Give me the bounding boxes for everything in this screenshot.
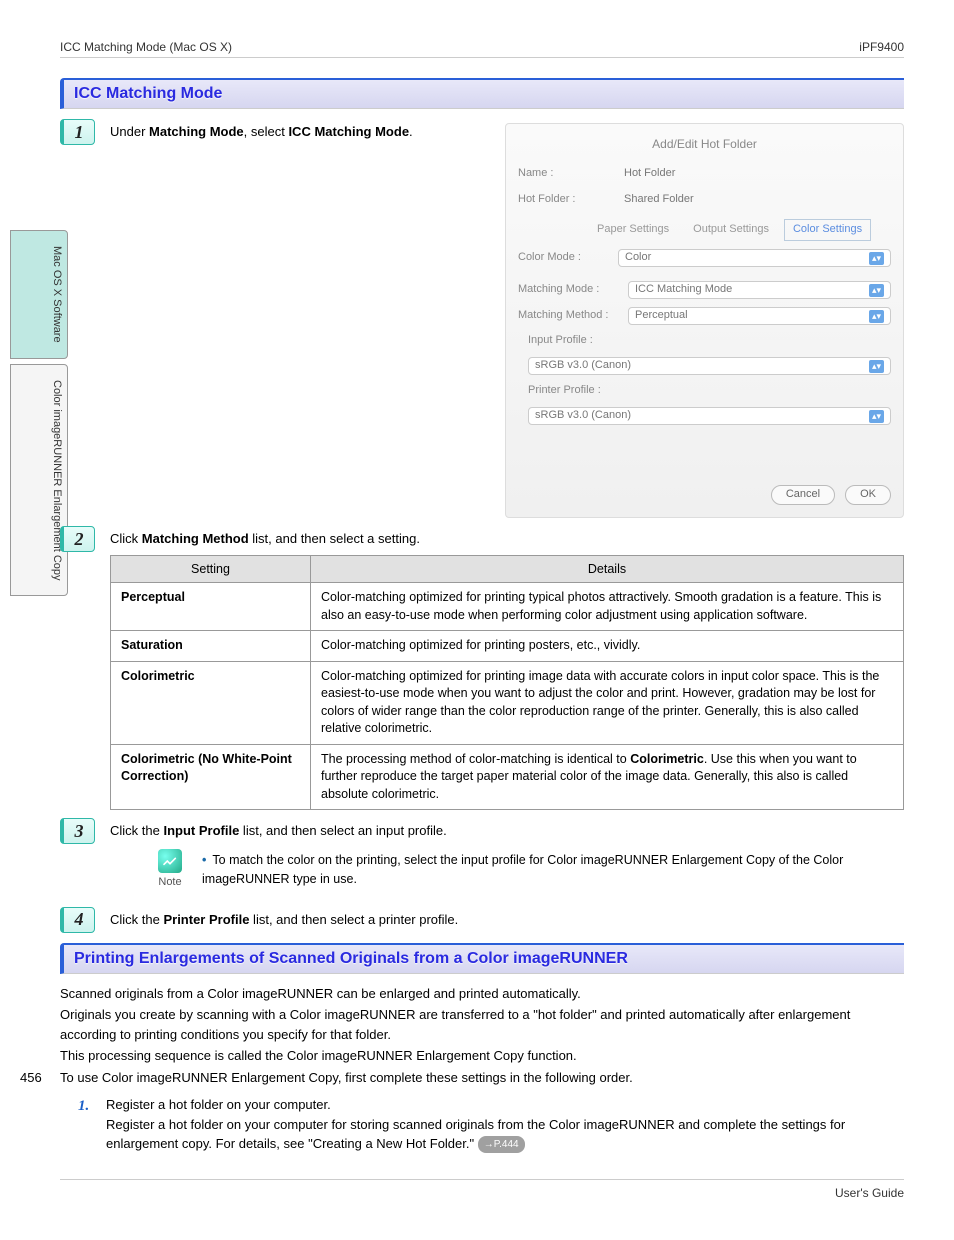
- note-label: Note: [158, 875, 181, 891]
- table-header-setting: Setting: [111, 555, 311, 582]
- name-field[interactable]: Hot Folder: [618, 165, 891, 183]
- ordered-step-detail: Register a hot folder on your computer f…: [106, 1115, 904, 1154]
- matching-method-label: Matching Method :: [518, 308, 618, 324]
- printer-profile-select[interactable]: sRGB v3.0 (Canon)▴▾: [528, 407, 891, 425]
- note-block: Note •To match the color on the printing…: [150, 849, 904, 891]
- page-header: ICC Matching Mode (Mac OS X) iPF9400: [60, 40, 904, 58]
- input-profile-label: Input Profile :: [528, 333, 891, 349]
- section-title-printing: Printing Enlargements of Scanned Origina…: [60, 943, 904, 974]
- chevron-updown-icon: ▴▾: [869, 310, 884, 323]
- step-2: 2 Click Matching Method list, and then s…: [60, 526, 904, 810]
- body-paragraph: To use Color imageRUNNER Enlargement Cop…: [60, 1068, 904, 1088]
- header-left: ICC Matching Mode (Mac OS X): [60, 40, 232, 54]
- cancel-button[interactable]: Cancel: [771, 485, 835, 505]
- chevron-updown-icon: ▴▾: [869, 284, 884, 297]
- table-header-details: Details: [311, 555, 904, 582]
- ok-button[interactable]: OK: [845, 485, 891, 505]
- ordered-step-title: Register a hot folder on your computer.: [106, 1095, 904, 1115]
- step-1-text: Under Matching Mode, select ICC Matching…: [110, 123, 490, 518]
- section-title-text: ICC Matching Mode: [74, 85, 222, 102]
- dialog-title: Add/Edit Hot Folder: [518, 136, 891, 153]
- chevron-updown-icon: ▴▾: [869, 410, 884, 423]
- step-3-number: 3: [60, 818, 95, 844]
- note-text: •To match the color on the printing, sel…: [202, 849, 904, 889]
- step-2-text: Click Matching Method list, and then sel…: [110, 530, 904, 549]
- tab-paper[interactable]: Paper Settings: [588, 219, 678, 241]
- section-title-icc: ICC Matching Mode: [60, 78, 904, 109]
- body-paragraph: Originals you create by scanning with a …: [60, 1005, 904, 1044]
- matching-mode-select[interactable]: ICC Matching Mode▴▾: [628, 281, 891, 299]
- name-label: Name :: [518, 166, 608, 182]
- step-3-text: Click the Input Profile list, and then s…: [110, 822, 904, 841]
- header-right: iPF9400: [859, 40, 904, 54]
- matching-mode-label: Matching Mode :: [518, 282, 618, 298]
- step-4-number: 4: [60, 907, 95, 933]
- settings-tabs: Paper Settings Output Settings Color Set…: [588, 219, 891, 241]
- table-row: Colorimetric Color-matching optimized fo…: [111, 661, 904, 744]
- hotfolder-field[interactable]: Shared Folder: [618, 191, 891, 209]
- table-row: Colorimetric (No White-Point Correction)…: [111, 744, 904, 810]
- section-title-text: Printing Enlargements of Scanned Origina…: [74, 950, 628, 967]
- matching-method-table: Setting Details Perceptual Color-matchin…: [110, 555, 904, 810]
- note-icon: [158, 849, 182, 873]
- hotfolder-label: Hot Folder :: [518, 192, 608, 208]
- tab-color[interactable]: Color Settings: [784, 219, 871, 241]
- printer-profile-label: Printer Profile :: [528, 383, 891, 399]
- chevron-updown-icon: ▴▾: [869, 252, 884, 265]
- table-row: Perceptual Color-matching optimized for …: [111, 583, 904, 631]
- matching-method-select[interactable]: Perceptual▴▾: [628, 307, 891, 325]
- color-mode-select[interactable]: Color▴▾: [618, 249, 891, 267]
- step-1: 1 Under Matching Mode, select ICC Matchi…: [60, 119, 904, 518]
- step-4-text: Click the Printer Profile list, and then…: [110, 907, 904, 930]
- color-mode-label: Color Mode :: [518, 250, 608, 266]
- step-4: 4 Click the Printer Profile list, and th…: [60, 907, 904, 933]
- table-row: Saturation Color-matching optimized for …: [111, 631, 904, 662]
- input-profile-select[interactable]: sRGB v3.0 (Canon)▴▾: [528, 357, 891, 375]
- body-paragraph: Scanned originals from a Color imageRUNN…: [60, 984, 904, 1004]
- step-1-number: 1: [60, 119, 95, 145]
- tab-output[interactable]: Output Settings: [684, 219, 778, 241]
- ordered-step-number: 1.: [78, 1095, 100, 1154]
- footer: User's Guide: [60, 1179, 904, 1200]
- body-paragraph: This processing sequence is called the C…: [60, 1046, 904, 1066]
- step-2-number: 2: [60, 526, 95, 552]
- step-3: 3 Click the Input Profile list, and then…: [60, 818, 904, 899]
- ordered-step-1: 1. Register a hot folder on your compute…: [78, 1095, 904, 1154]
- page-ref-link[interactable]: →P.444: [478, 1136, 525, 1153]
- hot-folder-dialog: Add/Edit Hot Folder Name : Hot Folder Ho…: [505, 123, 904, 518]
- chevron-updown-icon: ▴▾: [869, 360, 884, 373]
